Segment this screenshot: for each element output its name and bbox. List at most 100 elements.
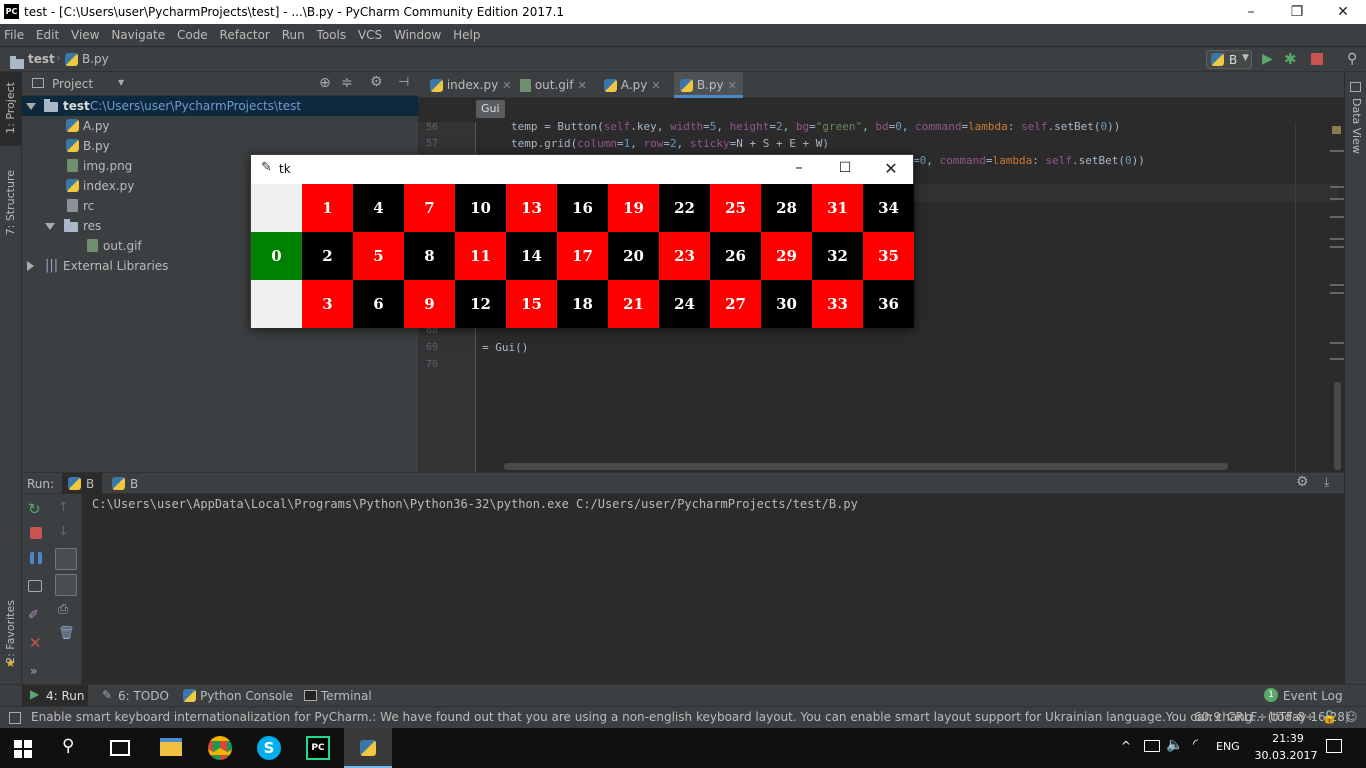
bet-button-3[interactable]: 3 xyxy=(302,280,353,328)
toggle-tool-windows-icon[interactable] xyxy=(9,712,21,724)
todo-tool-tab[interactable]: 6: TODO xyxy=(118,689,169,703)
menu-vcs[interactable]: VCS xyxy=(354,25,386,45)
run-tool-tab[interactable]: ▶ 4: Run xyxy=(22,685,88,706)
bet-button-8[interactable]: 8 xyxy=(404,232,455,280)
chevron-down-icon[interactable] xyxy=(26,103,36,110)
bet-button-18[interactable]: 18 xyxy=(557,280,608,328)
tab-out-gif[interactable]: out.gif ✕ xyxy=(514,72,593,98)
breadcrumb-file[interactable]: B.py xyxy=(82,52,109,66)
tk-maximize-button[interactable]: ☐ xyxy=(829,160,861,176)
vertical-scrollbar[interactable] xyxy=(1334,382,1341,470)
bet-button-21[interactable]: 21 xyxy=(608,280,659,328)
chrome-icon[interactable] xyxy=(208,736,232,760)
action-center-icon[interactable] xyxy=(1326,739,1342,753)
task-view-icon[interactable] xyxy=(110,740,130,756)
search-everywhere-icon[interactable]: ⚲ xyxy=(1347,51,1357,67)
speaker-icon[interactable]: 🔈 xyxy=(1166,737,1183,753)
pin-icon[interactable]: ✐ xyxy=(28,608,44,624)
windows-start-icon[interactable] xyxy=(14,740,32,758)
bet-button-12[interactable]: 12 xyxy=(455,280,506,328)
menu-edit[interactable]: Edit xyxy=(32,25,63,45)
close-tab-icon[interactable]: ✕ xyxy=(651,79,660,92)
arrow-up-icon[interactable]: ↑ xyxy=(58,500,74,516)
bet-button-25[interactable]: 25 xyxy=(710,184,761,232)
bet-button-29[interactable]: 29 xyxy=(761,232,812,280)
tab-b-py[interactable]: B.py ✕ xyxy=(674,72,743,98)
tab-a-py[interactable]: A.py ✕ xyxy=(598,72,667,98)
bet-button-2[interactable]: 2 xyxy=(302,232,353,280)
soft-wrap-icon[interactable] xyxy=(55,548,77,570)
run-icon[interactable]: ▶ xyxy=(1262,51,1273,67)
bet-button-9[interactable]: 9 xyxy=(404,280,455,328)
python-taskbar-button[interactable] xyxy=(344,728,392,768)
menu-run[interactable]: Run xyxy=(278,25,309,45)
menu-navigate[interactable]: Navigate xyxy=(107,25,169,45)
bet-button-23[interactable]: 23 xyxy=(659,232,710,280)
bet-button-32[interactable]: 32 xyxy=(812,232,863,280)
hector-icon[interactable]: ☺ xyxy=(1345,707,1358,728)
chevron-down-icon[interactable]: ▼ xyxy=(118,78,124,87)
bet-button-4[interactable]: 4 xyxy=(353,184,404,232)
scroll-from-source-icon[interactable]: ⊕ xyxy=(319,75,331,91)
menu-file[interactable]: File xyxy=(0,25,28,45)
tk-titlebar[interactable]: ✎ tk – ☐ ✕ xyxy=(251,155,913,184)
project-view-selector[interactable]: Project xyxy=(52,77,93,91)
bet-button-13[interactable]: 13 xyxy=(506,184,557,232)
bet-button-36[interactable]: 36 xyxy=(863,280,914,328)
clock-date[interactable]: 30.03.2017 xyxy=(1254,749,1318,762)
status-message[interactable]: Enable smart keyboard internationalizati… xyxy=(31,707,1350,728)
tab-index-py[interactable]: index.py ✕ xyxy=(424,72,517,98)
code-line-56[interactable]: temp = Button(self.key, width=5, height=… xyxy=(511,120,1120,133)
bet-button-5[interactable]: 5 xyxy=(353,232,404,280)
line-separator[interactable]: CRLF÷ xyxy=(1227,707,1267,728)
code-line-69[interactable]: = Gui() xyxy=(482,341,528,354)
close-icon[interactable]: ✕ xyxy=(29,634,45,652)
rerun-icon[interactable]: ↻ xyxy=(28,500,44,518)
maximize-button[interactable]: ❐ xyxy=(1274,0,1320,24)
run-tab-b-1[interactable]: B xyxy=(62,473,102,494)
stop-icon[interactable] xyxy=(30,527,42,539)
python-console-tool-tab[interactable]: Python Console xyxy=(200,689,293,703)
file-explorer-icon[interactable] xyxy=(160,738,182,756)
hide-panel-icon[interactable]: ⊣ xyxy=(398,75,409,90)
debug-icon[interactable]: ✱ xyxy=(1284,50,1297,68)
menu-code[interactable]: Code xyxy=(173,25,212,45)
bet-button-17[interactable]: 17 xyxy=(557,232,608,280)
arrow-down-icon[interactable]: ↓ xyxy=(58,524,74,540)
menu-view[interactable]: View xyxy=(67,25,103,45)
data-view-tool-tab[interactable]: Data View xyxy=(1350,98,1363,154)
bet-button-22[interactable]: 22 xyxy=(659,184,710,232)
search-icon[interactable]: ⚲ xyxy=(62,736,86,760)
minimize-button[interactable]: – xyxy=(1228,0,1274,24)
bet-button-11[interactable]: 11 xyxy=(455,232,506,280)
bet-button-31[interactable]: 31 xyxy=(812,184,863,232)
menu-help[interactable]: Help xyxy=(449,25,484,45)
bet-button-0[interactable]: 0 xyxy=(251,232,302,280)
run-config-selector[interactable]: B ▼ xyxy=(1206,50,1252,69)
warning-marker[interactable] xyxy=(1332,126,1341,134)
input-language[interactable]: ENG xyxy=(1216,740,1240,753)
structure-tool-tab[interactable]: 7: Structure xyxy=(4,170,17,235)
skype-icon[interactable]: S xyxy=(257,736,281,760)
bet-button-33[interactable]: 33 xyxy=(812,280,863,328)
menu-window[interactable]: Window xyxy=(390,25,445,45)
close-button[interactable]: ✕ xyxy=(1320,0,1366,24)
caret-position[interactable]: 60:9 xyxy=(1194,707,1221,728)
bet-button-6[interactable]: 6 xyxy=(353,280,404,328)
clock-time[interactable]: 21:39 xyxy=(1266,732,1310,745)
chevron-down-icon[interactable] xyxy=(45,223,55,230)
project-tool-tab[interactable]: 1: Project xyxy=(0,72,21,146)
gear-icon[interactable]: ⚙ xyxy=(370,74,383,90)
bet-button-28[interactable]: 28 xyxy=(761,184,812,232)
bet-button-10[interactable]: 10 xyxy=(455,184,506,232)
event-log-tool-tab[interactable]: Event Log xyxy=(1283,689,1343,703)
breadcrumb-project[interactable]: test xyxy=(28,52,55,66)
chevron-right-icon[interactable] xyxy=(27,261,34,271)
breadcrumb-hint[interactable]: Gui xyxy=(476,100,505,118)
print-icon[interactable]: ⎙ xyxy=(58,602,74,618)
bet-button-24[interactable]: 24 xyxy=(659,280,710,328)
chevron-up-icon[interactable]: ^ xyxy=(1121,739,1131,753)
run-tab-b-2[interactable]: B xyxy=(108,473,148,494)
bet-button-26[interactable]: 26 xyxy=(710,232,761,280)
pause-icon[interactable] xyxy=(30,552,42,564)
